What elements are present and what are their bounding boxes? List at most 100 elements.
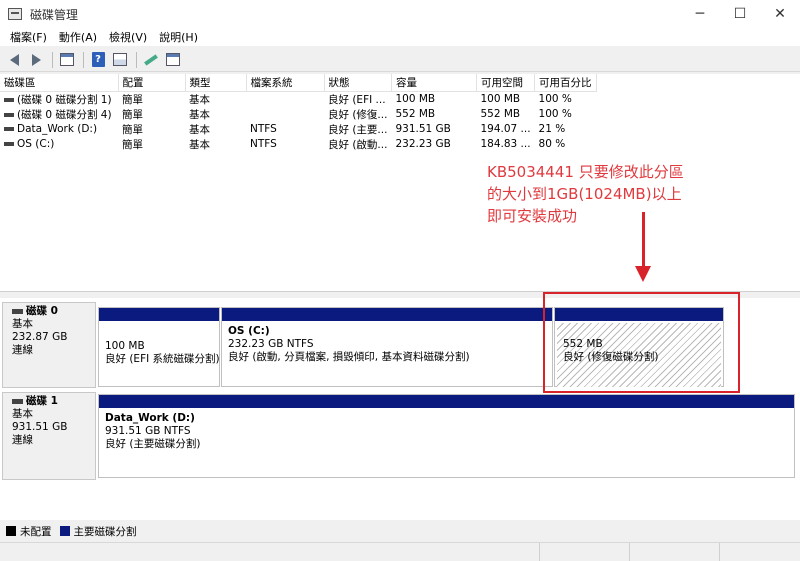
partition-size: 931.51 GB NTFS xyxy=(105,425,191,437)
disk-list-icon xyxy=(166,53,180,66)
free-percent-cell: 80 % xyxy=(538,138,566,150)
maximize-button[interactable]: ☐ xyxy=(720,0,760,28)
volume-cell: (磁碟 0 磁碟分割 4) xyxy=(0,107,118,122)
toolbar-separator xyxy=(52,51,53,68)
toolbar-separator xyxy=(83,51,84,68)
column-header-filesystem[interactable]: 檔案系統 xyxy=(246,74,325,92)
legend-swatch xyxy=(59,526,70,536)
toolbar: ? xyxy=(0,48,800,72)
legend-item-unallocated: 未配置 xyxy=(6,524,52,539)
capacity-cell: 232.23 GB xyxy=(395,138,451,150)
table-row[interactable]: Data_Work (D:) 簡單 基本 NTFS 良好 (主要... 931.… xyxy=(0,122,596,137)
disk-row: 磁碟 1 基本 931.51 GB 連線 Data_Work (D:) 931.… xyxy=(0,392,800,482)
volume-icon xyxy=(4,112,14,117)
minimize-button[interactable]: ─ xyxy=(680,0,720,28)
free-percent-cell: 21 % xyxy=(538,123,566,135)
column-header-capacity[interactable]: 容量 xyxy=(391,74,477,92)
partition-efi[interactable]: 100 MB 良好 (EFI 系統磁碟分割) xyxy=(98,307,220,387)
type-cell: 基本 xyxy=(189,93,210,106)
legend: 未配置 主要磁碟分割 xyxy=(0,520,800,542)
type-cell: 基本 xyxy=(189,123,210,136)
partition-body: Data_Work (D:) 931.51 GB NTFS 良好 (主要磁碟分割… xyxy=(99,408,794,455)
status-cell xyxy=(0,543,540,561)
disk-name: 磁碟 0 xyxy=(12,305,95,318)
filesystem-cell: NTFS xyxy=(250,138,277,150)
forward-button[interactable] xyxy=(26,51,46,69)
view-button[interactable] xyxy=(110,51,130,69)
table-row[interactable]: OS (C:) 簡單 基本 NTFS 良好 (啟動... 232.23 GB 1… xyxy=(0,137,596,152)
disk-icon xyxy=(12,398,23,404)
free-percent-cell: 100 % xyxy=(538,108,572,120)
table-row[interactable]: (磁碟 0 磁碟分割 4) 簡單 基本 良好 (修復... 552 MB 552… xyxy=(0,107,596,122)
status-cell: 良好 (主要... xyxy=(328,123,388,136)
partition-size: 100 MB xyxy=(105,340,145,352)
disk-label[interactable]: 磁碟 1 基本 931.51 GB 連線 xyxy=(2,392,96,480)
free-space-cell: 100 MB xyxy=(480,93,521,105)
back-button[interactable] xyxy=(4,51,24,69)
partition-body: OS (C:) 232.23 GB NTFS 良好 (啟動, 分頁檔案, 損毀傾… xyxy=(222,321,552,368)
table-header-row: 磁碟區 配置 類型 檔案系統 狀態 容量 可用空間 可用百分比 xyxy=(0,74,597,92)
close-button[interactable]: ✕ xyxy=(760,0,800,28)
console-tree-button[interactable] xyxy=(57,51,77,69)
volume-cell: Data_Work (D:) xyxy=(0,122,118,137)
partition-bar xyxy=(99,395,794,408)
disk-list-button[interactable] xyxy=(163,51,183,69)
partition-data-work-d[interactable]: Data_Work (D:) 931.51 GB NTFS 良好 (主要磁碟分割… xyxy=(98,394,795,478)
annotation-line: KB5034441 只要修改此分區 xyxy=(487,163,684,181)
legend-item-primary: 主要磁碟分割 xyxy=(59,524,137,539)
column-header-type[interactable]: 類型 xyxy=(185,74,247,92)
column-header-layout[interactable]: 配置 xyxy=(118,74,186,92)
toolbar-separator xyxy=(136,51,137,68)
partition-status: 良好 (EFI 系統磁碟分割) xyxy=(105,353,219,365)
column-header-free-space[interactable]: 可用空間 xyxy=(476,74,536,92)
free-space-cell: 552 MB xyxy=(480,108,521,120)
layout-cell: 簡單 xyxy=(122,108,143,121)
disk-type: 基本 xyxy=(12,408,33,420)
status-cell xyxy=(540,543,630,561)
layout-cell: 簡單 xyxy=(122,138,143,151)
volume-icon xyxy=(4,142,14,146)
layout-cell: 簡單 xyxy=(122,93,143,106)
annotation-line: 的大小到1GB(1024MB)以上 xyxy=(487,185,682,203)
help-button[interactable]: ? xyxy=(88,51,108,69)
volume-cell: OS (C:) xyxy=(0,137,118,152)
capacity-cell: 552 MB xyxy=(395,108,436,120)
menu-view[interactable]: 檢視(V) xyxy=(103,29,153,45)
forward-arrow-icon xyxy=(31,53,41,66)
menu-help[interactable]: 說明(H) xyxy=(153,29,204,45)
volume-icon xyxy=(4,127,14,131)
window-controls: ─ ☐ ✕ xyxy=(680,0,800,28)
partition-name: Data_Work (D:) xyxy=(105,412,195,424)
column-header-volume[interactable]: 磁碟區 xyxy=(0,74,119,92)
partition-bar xyxy=(99,308,219,321)
free-space-cell: 194.07 ... xyxy=(480,123,531,135)
capacity-cell: 100 MB xyxy=(395,93,436,105)
view-icon xyxy=(113,53,127,66)
properties-button[interactable] xyxy=(141,51,161,69)
layout-cell: 簡單 xyxy=(122,123,143,136)
table-row[interactable]: (磁碟 0 磁碟分割 1) 簡單 基本 良好 (EFI ... 100 MB 1… xyxy=(0,91,596,107)
column-header-free-percent[interactable]: 可用百分比 xyxy=(534,74,597,92)
filesystem-cell: NTFS xyxy=(250,123,277,135)
status-cell: 良好 (啟動... xyxy=(328,138,388,151)
back-arrow-icon xyxy=(9,53,19,66)
volume-table: 磁碟區 配置 類型 檔案系統 狀態 容量 可用空間 可用百分比 (磁碟 0 磁碟… xyxy=(0,74,597,152)
annotation-arrow-head-icon xyxy=(635,266,651,282)
disk-status: 連線 xyxy=(12,434,33,446)
menu-file[interactable]: 檔案(F) xyxy=(4,29,53,45)
title-bar: 磁碟管理 ─ ☐ ✕ xyxy=(0,0,800,28)
column-header-status[interactable]: 狀態 xyxy=(324,74,392,92)
disk-label[interactable]: 磁碟 0 基本 232.87 GB 連線 xyxy=(2,302,96,388)
disk-status: 連線 xyxy=(12,344,33,356)
annotation-arrow-shaft xyxy=(642,212,645,270)
disk-size: 931.51 GB xyxy=(12,421,68,433)
partition-status: 良好 (主要磁碟分割) xyxy=(105,438,201,450)
partition-os-c[interactable]: OS (C:) 232.23 GB NTFS 良好 (啟動, 分頁檔案, 損毀傾… xyxy=(221,307,553,387)
disk-type: 基本 xyxy=(12,318,33,330)
volume-icon xyxy=(4,97,14,102)
window-title: 磁碟管理 xyxy=(30,7,79,22)
disk-icon xyxy=(12,308,23,314)
menu-action[interactable]: 動作(A) xyxy=(53,29,103,45)
annotation-text: KB5034441 只要修改此分區 的大小到1GB(1024MB)以上 即可安裝… xyxy=(487,161,787,227)
partition-status: 良好 (啟動, 分頁檔案, 損毀傾印, 基本資料磁碟分割) xyxy=(228,351,470,363)
